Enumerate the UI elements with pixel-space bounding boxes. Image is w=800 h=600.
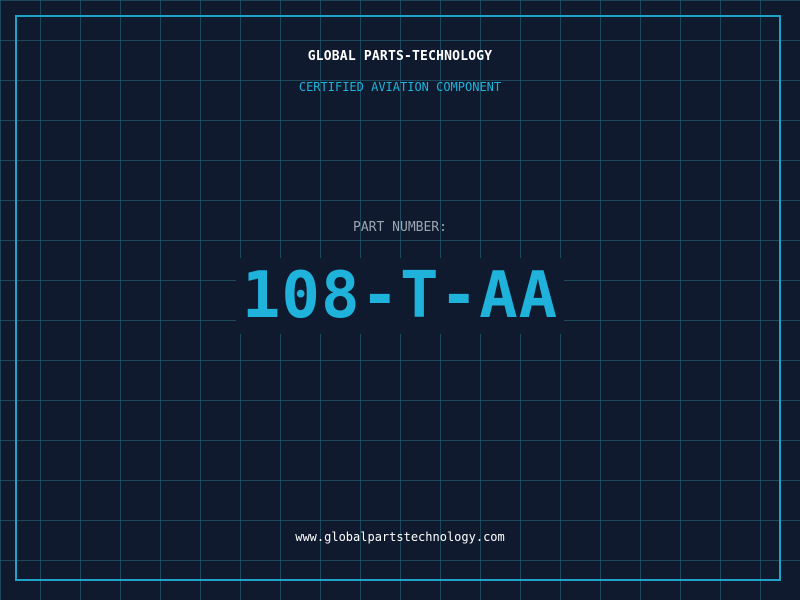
- company-name: GLOBAL PARTS-TECHNOLOGY: [307, 49, 493, 64]
- part-number-container: 108-T-AA: [0, 258, 800, 334]
- part-number-value: 108-T-AA: [235, 258, 565, 334]
- certification-tagline: CERTIFIED AVIATION COMPONENT: [298, 80, 502, 94]
- website-url: www.globalpartstechnology.com: [295, 530, 505, 544]
- part-number-label: PART NUMBER:: [353, 220, 447, 235]
- part-label-card: GLOBAL PARTS-TECHNOLOGY CERTIFIED AVIATI…: [0, 0, 800, 600]
